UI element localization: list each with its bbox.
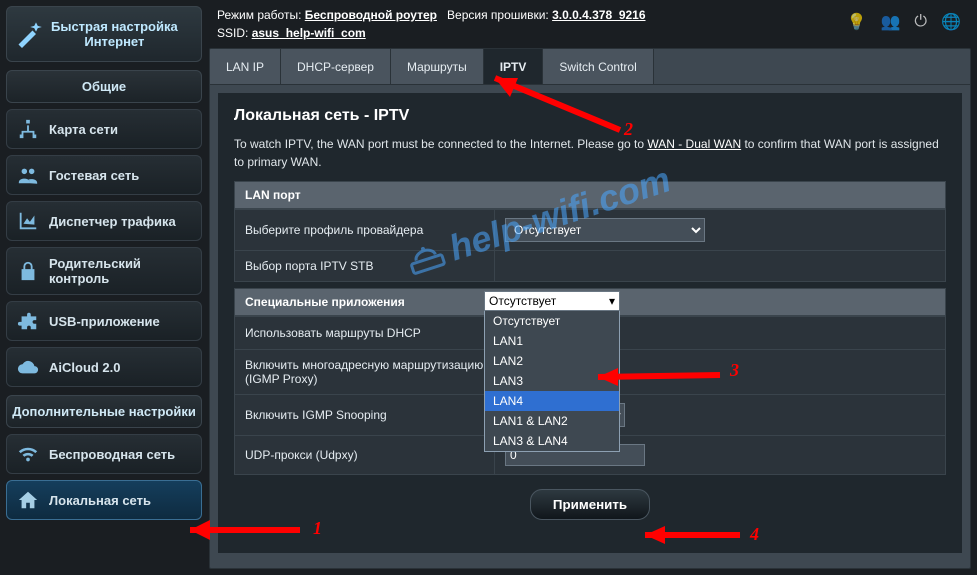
dropdown-option[interactable]: Отсутствует	[485, 311, 619, 331]
isp-profile-select[interactable]: Отсутствует	[505, 218, 705, 242]
people-icon	[17, 164, 39, 186]
sidebar-item-lan[interactable]: Локальная сеть	[6, 480, 202, 520]
sidebar-item-wireless[interactable]: Беспроводная сеть	[6, 434, 202, 474]
wifi-icon	[17, 443, 39, 465]
tab-dhcp[interactable]: DHCP-сервер	[281, 49, 391, 84]
tab-iptv[interactable]: IPTV	[484, 49, 544, 84]
ssid-label: SSID:	[217, 26, 248, 40]
mode-label: Режим работы:	[217, 8, 301, 22]
dropdown-option[interactable]: LAN1 & LAN2	[485, 411, 619, 431]
igmp-snooping-label: Включить IGMP Snooping	[235, 395, 495, 436]
page-title: Локальная сеть - IPTV	[234, 107, 946, 125]
wan-dualwan-link[interactable]: WAN - Dual WAN	[647, 137, 741, 151]
apply-button[interactable]: Применить	[530, 489, 650, 520]
reboot-icon[interactable]: ⏻	[914, 13, 927, 31]
section-advanced: Дополнительные настройки	[6, 395, 202, 428]
mode-value[interactable]: Беспроводной роутер	[305, 8, 437, 22]
dhcp-routes-label: Использовать маршруты DHCP	[235, 317, 495, 350]
dropdown-option[interactable]: LAN2	[485, 351, 619, 371]
page-description: To watch IPTV, the WAN port must be conn…	[234, 135, 946, 171]
sidebar-item-label: Гостевая сеть	[49, 168, 139, 183]
lock-icon	[17, 260, 39, 282]
quick-setup-label: Быстрая настройка Интернет	[51, 19, 178, 49]
tab-lan-ip[interactable]: LAN IP	[210, 49, 281, 84]
udpxy-label: UDP-прокси (Udpxy)	[235, 436, 495, 475]
igmp-proxy-label: Включить многоадресную маршрутизацию (IG…	[235, 350, 495, 395]
sitemap-icon	[17, 118, 39, 140]
sidebar-item-parental[interactable]: Родительский контроль	[6, 247, 202, 295]
sidebar-item-label: Беспроводная сеть	[49, 447, 175, 462]
fw-label: Версия прошивки:	[447, 8, 549, 22]
tab-switch[interactable]: Switch Control	[543, 49, 653, 84]
iptv-stb-port-label: Выбор порта IPTV STB	[235, 251, 495, 282]
quick-setup-button[interactable]: Быстрая настройка Интернет	[6, 6, 202, 62]
tab-routes[interactable]: Маршруты	[391, 49, 484, 84]
ssid-value[interactable]: asus_help-wifi_com	[252, 26, 366, 40]
top-icons: 💡 👥 ⏻ 🌐	[847, 12, 961, 32]
users-icon[interactable]: 👥	[881, 12, 901, 32]
sidebar-item-network-map[interactable]: Карта сети	[6, 109, 202, 149]
dropdown-option[interactable]: LAN1	[485, 331, 619, 351]
chart-icon	[17, 210, 39, 232]
wand-icon	[15, 20, 43, 48]
dropdown-option[interactable]: LAN3	[485, 371, 619, 391]
tabs: LAN IP DHCP-сервер Маршруты IPTV Switch …	[210, 49, 970, 85]
sidebar-item-usb[interactable]: USB-приложение	[6, 301, 202, 341]
sidebar-item-guest-network[interactable]: Гостевая сеть	[6, 155, 202, 195]
sidebar-item-label: AiCloud 2.0	[49, 360, 121, 375]
sidebar-item-label: Карта сети	[49, 122, 118, 137]
sidebar-item-label: USB-приложение	[49, 314, 160, 329]
group-lan-port: LAN порт	[234, 181, 946, 209]
dropdown-selected[interactable]: Отсутствует ▾	[484, 291, 620, 311]
sidebar-item-label: Локальная сеть	[49, 493, 151, 508]
top-status-bar: Режим работы: Беспроводной роутер Версия…	[209, 2, 971, 46]
iptv-stb-port-cell	[495, 251, 946, 282]
iptv-stb-dropdown-open[interactable]: Отсутствует ▾ Отсутствует LAN1 LAN2 LAN3…	[484, 291, 620, 452]
isp-profile-label: Выберите профиль провайдера	[235, 210, 495, 251]
home-icon	[17, 489, 39, 511]
sidebar-item-label: Родительский контроль	[49, 256, 191, 286]
chevron-down-icon: ▾	[609, 294, 615, 308]
sidebar-item-traffic[interactable]: Диспетчер трафика	[6, 201, 202, 241]
cloud-icon	[17, 356, 39, 378]
fw-value[interactable]: 3.0.0.4.378_9216	[552, 8, 645, 22]
dropdown-option-highlighted[interactable]: LAN4	[485, 391, 619, 411]
sidebar-item-label: Диспетчер трафика	[49, 214, 176, 229]
globe-icon[interactable]: 🌐	[941, 12, 961, 32]
bulb-icon[interactable]: 💡	[847, 12, 867, 32]
puzzle-icon	[17, 310, 39, 332]
sidebar-item-aicloud[interactable]: AiCloud 2.0	[6, 347, 202, 387]
dropdown-option[interactable]: LAN3 & LAN4	[485, 431, 619, 451]
section-general: Общие	[6, 70, 202, 103]
